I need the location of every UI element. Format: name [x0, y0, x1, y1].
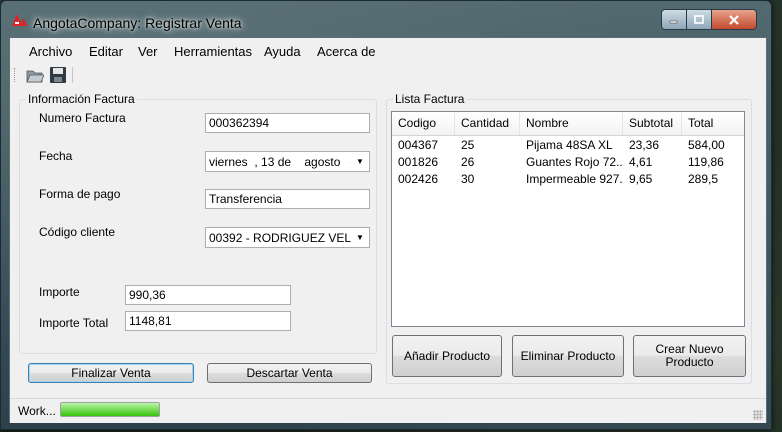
cell-subtotal: 9,65 — [629, 172, 653, 186]
cell-total: 289,5 — [688, 172, 719, 186]
create-product-label-line2: Producto — [665, 355, 714, 369]
cell-codigo: 004367 — [398, 138, 439, 152]
window-client-area: Archivo Editar Ver Herramientas Ayuda Ac… — [9, 37, 767, 423]
minimize-button[interactable] — [661, 9, 687, 30]
fecha-value: viernes , 13 de agosto de — [209, 155, 351, 169]
cell-cantidad: 25 — [461, 138, 475, 152]
status-label: Work... — [18, 404, 56, 418]
cell-subtotal: 23,36 — [629, 138, 660, 152]
cell-nombre: Pijama 48SA XL — [526, 138, 613, 152]
invoice-info-group-title: Información Factura — [26, 92, 137, 106]
toolbar-separator — [72, 67, 73, 83]
column-header-nombre[interactable]: Nombre — [520, 112, 623, 135]
toolbar — [10, 62, 766, 88]
menu-herramientas[interactable]: Herramientas — [174, 44, 252, 59]
menu-ver[interactable]: Ver — [138, 44, 158, 59]
menu-bar: Archivo Editar Ver Herramientas Ayuda Ac… — [10, 38, 766, 62]
menu-archivo[interactable]: Archivo — [29, 44, 72, 59]
close-icon — [729, 14, 739, 25]
numero-factura-label: Numero Factura — [39, 111, 126, 125]
table-row[interactable]: 002426 30 Impermeable 927... 9,65 289,5 — [392, 171, 744, 188]
progress-bar — [60, 402, 160, 417]
close-button[interactable] — [712, 9, 757, 30]
remove-product-button[interactable]: Eliminar Producto — [512, 335, 624, 377]
importe-field[interactable]: 990,36 — [125, 285, 291, 305]
chevron-down-icon[interactable]: ▼ — [354, 232, 366, 244]
maximize-button[interactable] — [687, 9, 712, 30]
maximize-icon — [694, 14, 704, 24]
create-product-button[interactable]: Crear Nuevo Producto — [633, 335, 746, 377]
fecha-label: Fecha — [39, 149, 73, 163]
menu-acerca-de[interactable]: Acerca de — [317, 44, 376, 59]
cell-nombre: Impermeable 927... — [526, 172, 623, 186]
app-logo-icon — [12, 14, 28, 26]
column-header-cantidad[interactable]: Cantidad — [455, 112, 520, 135]
resize-grip-icon[interactable] — [753, 410, 763, 420]
forma-pago-label: Forma de pago — [39, 187, 121, 201]
column-header-codigo[interactable]: Codigo — [392, 112, 455, 135]
minimize-icon — [669, 20, 678, 23]
cell-total: 119,86 — [688, 155, 724, 169]
save-icon[interactable] — [49, 66, 67, 84]
table-row[interactable]: 004367 25 Pijama 48SA XL 23,36 584,00 — [392, 137, 744, 154]
codigo-cliente-label: Código cliente — [39, 225, 116, 239]
discard-sale-button[interactable]: Descartar Venta — [207, 363, 372, 383]
cell-codigo: 001826 — [398, 155, 439, 169]
importe-total-label: Importe Total — [39, 316, 109, 330]
cell-nombre: Guantes Rojo 72... — [526, 155, 623, 169]
table-row[interactable]: 001826 26 Guantes Rojo 72... 4,61 119,86 — [392, 154, 744, 171]
column-header-subtotal[interactable]: Subtotal — [623, 112, 682, 135]
cell-total: 584,00 — [688, 138, 725, 152]
cell-codigo: 002426 — [398, 172, 439, 186]
column-header-total[interactable]: Total — [682, 112, 744, 135]
forma-pago-field[interactable]: Transferencia — [205, 189, 370, 209]
chevron-down-icon[interactable]: ▼ — [354, 156, 366, 168]
toolbar-grip[interactable] — [14, 68, 18, 82]
invoice-list-group-title: Lista Factura — [393, 92, 467, 106]
importe-total-field[interactable]: 1148,81 — [125, 311, 291, 331]
status-bar: Work... — [10, 398, 766, 423]
importe-label: Importe — [39, 285, 80, 299]
cell-subtotal: 4,61 — [629, 155, 653, 169]
finalize-sale-button[interactable]: Finalizar Venta — [28, 363, 194, 383]
cell-cantidad: 26 — [461, 155, 475, 169]
app-window: AngotaCompany: Registrar Venta Archivo E… — [0, 0, 772, 430]
invoice-items-table[interactable]: Codigo Cantidad Nombre Subtotal Total 00… — [391, 111, 745, 327]
table-header: Codigo Cantidad Nombre Subtotal Total — [392, 112, 744, 136]
progress-fill — [61, 403, 159, 416]
numero-factura-field[interactable]: 000362394 — [205, 113, 370, 133]
title-bar[interactable]: AngotaCompany: Registrar Venta — [1, 1, 771, 35]
cell-cantidad: 30 — [461, 172, 475, 186]
codigo-cliente-value: 00392 - RODRIGUEZ VELAS — [209, 231, 351, 245]
open-folder-icon[interactable] — [26, 66, 44, 84]
fecha-date-picker[interactable]: viernes , 13 de agosto de ▼ — [205, 151, 370, 172]
menu-editar[interactable]: Editar — [89, 44, 123, 59]
codigo-cliente-select[interactable]: 00392 - RODRIGUEZ VELAS ▼ — [205, 227, 370, 248]
window-title: AngotaCompany: Registrar Venta — [33, 15, 242, 31]
menu-ayuda[interactable]: Ayuda — [264, 44, 301, 59]
add-product-button[interactable]: Añadir Producto — [392, 335, 502, 377]
